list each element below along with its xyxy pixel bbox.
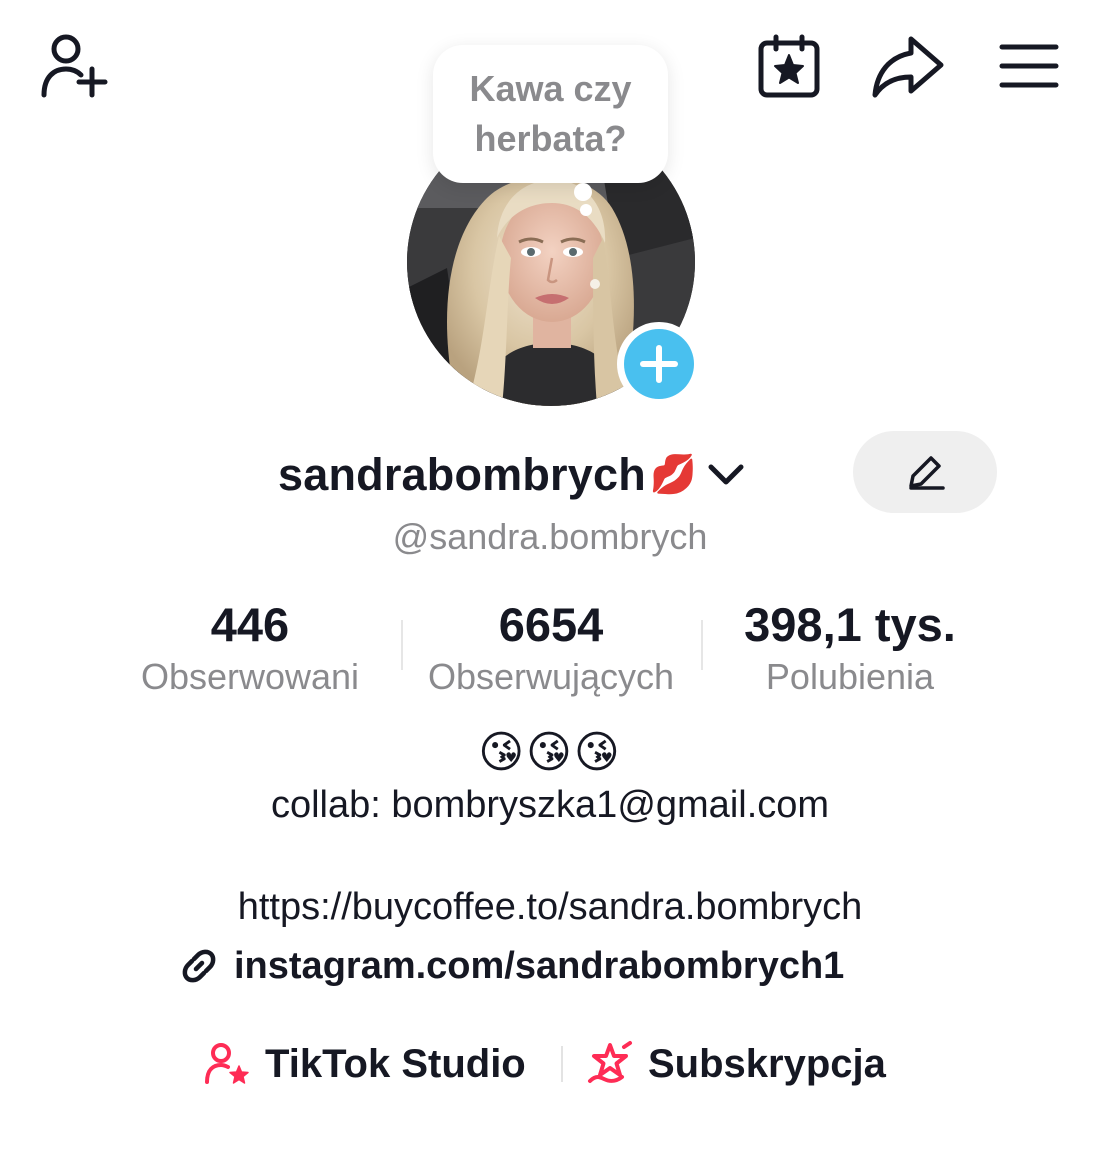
stat-value: 398,1 tys.	[744, 598, 956, 651]
lips-emoji: 💋	[649, 454, 698, 496]
username-switcher[interactable]: sandrabombrych 💋	[278, 445, 745, 505]
stat-label: Polubienia	[765, 656, 935, 697]
bubble-tail-dot	[574, 183, 592, 201]
plus-icon	[640, 345, 678, 383]
profile-handle: @sandra.bombrych	[392, 516, 708, 557]
tiktok-studio-label: TikTok Studio	[265, 1042, 526, 1086]
stat-likes[interactable]: 398,1 tys. Polubienia	[705, 596, 995, 700]
add-friend-icon	[41, 34, 108, 98]
chevron-down-icon	[707, 463, 745, 487]
bubble-tail-dot-small	[580, 204, 592, 216]
bio-url: https://buycoffee.to/sandra.bombrych	[237, 886, 863, 928]
edit-profile-button[interactable]	[853, 431, 997, 513]
share-button[interactable]	[868, 30, 948, 102]
bio-link[interactable]: instagram.com/sandrabombrych1	[178, 938, 844, 994]
subscription-button[interactable]: Subskrypcja	[584, 1034, 886, 1094]
creator-star-icon	[205, 1043, 249, 1084]
instagram-link: instagram.com/sandrabombrych1	[234, 945, 845, 987]
menu-button[interactable]	[996, 36, 1062, 96]
share-icon	[872, 36, 944, 98]
stat-following[interactable]: 446 Obserwowani	[120, 596, 380, 700]
stat-label: Obserwujących	[427, 656, 675, 697]
note-bubble[interactable]: Kawa czy herbata?	[433, 45, 668, 183]
link-icon	[182, 949, 216, 983]
add-badge-circle	[624, 329, 694, 399]
stat-label: Obserwowani	[140, 656, 360, 697]
menu-icon	[999, 44, 1059, 88]
stat-divider	[701, 620, 703, 670]
calendar-button[interactable]	[752, 30, 826, 102]
calendar-star-icon	[758, 34, 820, 98]
subscription-star-icon	[588, 1041, 632, 1083]
username: sandrabombrych	[278, 449, 646, 500]
subscription-label: Subskrypcja	[648, 1042, 886, 1086]
note-bubble-text: Kawa czy herbata?	[469, 68, 632, 159]
stat-divider	[401, 620, 403, 670]
stat-followers[interactable]: 6654 Obserwujących	[405, 596, 697, 700]
bio-contact: collab: bombryszka1@gmail.com	[270, 784, 830, 826]
stat-value: 6654	[498, 598, 604, 651]
add-avatar-button[interactable]	[617, 322, 701, 406]
tiktok-studio-button[interactable]: TikTok Studio	[203, 1034, 526, 1094]
action-divider	[561, 1046, 563, 1082]
bio-emojis: 😘😘😘	[478, 728, 622, 777]
pencil-icon	[909, 456, 945, 490]
stat-value: 446	[210, 598, 290, 651]
add-friend-button[interactable]	[30, 28, 114, 104]
